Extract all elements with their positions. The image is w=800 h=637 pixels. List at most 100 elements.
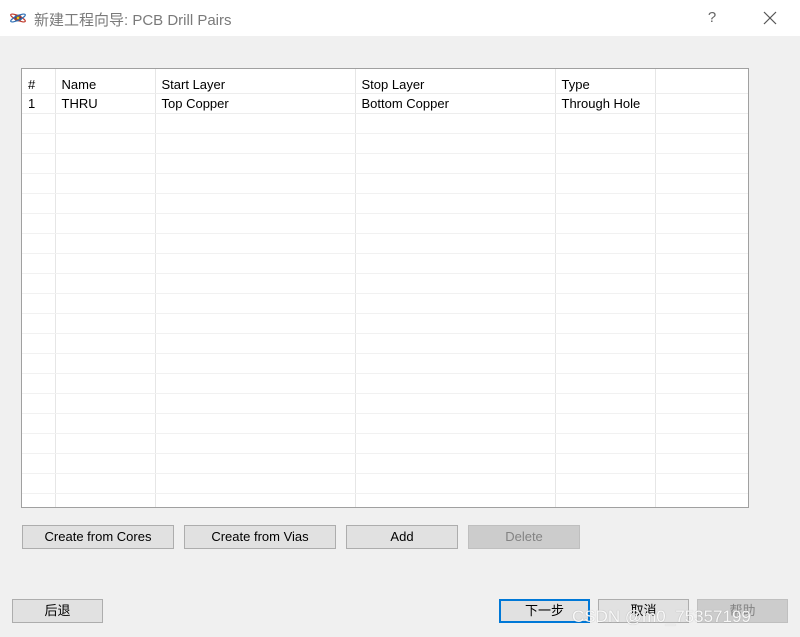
empty-cell xyxy=(155,433,356,454)
empty-table-row xyxy=(22,193,748,214)
empty-cell xyxy=(22,373,56,394)
empty-cell xyxy=(655,213,748,234)
create-from-vias-button[interactable]: Create from Vias xyxy=(184,525,336,549)
empty-cell xyxy=(155,493,356,507)
empty-cell xyxy=(55,293,156,314)
empty-cell xyxy=(655,353,748,374)
help-button[interactable]: ? xyxy=(700,6,724,30)
empty-table-row xyxy=(22,173,748,194)
empty-cell xyxy=(655,493,748,507)
empty-cell xyxy=(155,353,356,374)
empty-cell xyxy=(22,393,56,414)
create-from-cores-button[interactable]: Create from Cores xyxy=(22,525,174,549)
empty-cell xyxy=(55,473,156,494)
empty-cell xyxy=(155,233,356,254)
empty-cell xyxy=(55,493,156,507)
empty-cell xyxy=(22,193,56,214)
empty-cell xyxy=(555,473,656,494)
empty-cell xyxy=(155,213,356,234)
empty-cell xyxy=(555,273,656,294)
empty-table-row xyxy=(22,493,748,507)
cell-start-layer[interactable]: Top Copper xyxy=(155,93,356,114)
cell-type[interactable]: Through Hole xyxy=(555,93,656,114)
empty-cell xyxy=(555,353,656,374)
empty-cell xyxy=(22,333,56,354)
cell-index: 1 xyxy=(22,93,56,114)
column-header-start-layer[interactable]: Start Layer xyxy=(155,69,356,94)
empty-cell xyxy=(55,253,156,274)
empty-cell xyxy=(555,253,656,274)
empty-cell xyxy=(22,253,56,274)
cell-stop-layer[interactable]: Bottom Copper xyxy=(355,93,556,114)
empty-cell xyxy=(155,173,356,194)
column-header-name[interactable]: Name xyxy=(55,69,156,94)
cancel-button[interactable]: 取消 xyxy=(598,599,689,623)
empty-cell xyxy=(22,133,56,154)
add-button[interactable]: Add xyxy=(346,525,458,549)
empty-cell xyxy=(22,213,56,234)
empty-cell xyxy=(655,373,748,394)
table-row[interactable]: 1 THRU Top Copper Bottom Copper Through … xyxy=(22,93,748,114)
cell-name[interactable]: THRU xyxy=(55,93,156,114)
empty-table-row xyxy=(22,253,748,274)
empty-cell xyxy=(155,153,356,174)
empty-table-row xyxy=(22,433,748,454)
empty-cell xyxy=(155,273,356,294)
empty-cell xyxy=(355,493,556,507)
empty-cell xyxy=(655,413,748,434)
empty-table-row xyxy=(22,313,748,334)
empty-cell xyxy=(22,493,56,507)
back-button[interactable]: 后退 xyxy=(12,599,103,623)
empty-cell xyxy=(655,133,748,154)
empty-cell xyxy=(22,473,56,494)
empty-cell xyxy=(55,193,156,214)
column-header-index[interactable]: # xyxy=(22,69,56,94)
empty-cell xyxy=(555,313,656,334)
empty-cell xyxy=(155,333,356,354)
empty-cell xyxy=(355,273,556,294)
help-footer-button[interactable]: 帮助 xyxy=(697,599,788,623)
empty-cell xyxy=(555,413,656,434)
empty-cell xyxy=(655,433,748,454)
title-bar: 新建工程向导: PCB Drill Pairs ? xyxy=(0,0,800,36)
empty-cell xyxy=(55,213,156,234)
empty-table-row xyxy=(22,353,748,374)
empty-cell xyxy=(355,393,556,414)
empty-cell xyxy=(22,113,56,134)
empty-cell xyxy=(155,293,356,314)
empty-cell xyxy=(555,333,656,354)
empty-cell xyxy=(555,453,656,474)
empty-cell xyxy=(555,213,656,234)
empty-cell xyxy=(655,253,748,274)
empty-cell xyxy=(155,253,356,274)
empty-cell xyxy=(655,293,748,314)
empty-cell xyxy=(55,133,156,154)
column-header-type[interactable]: Type xyxy=(555,69,656,94)
empty-cell xyxy=(155,193,356,214)
empty-cell xyxy=(655,233,748,254)
empty-cell xyxy=(555,293,656,314)
empty-cell xyxy=(655,113,748,134)
dialog-window: 新建工程向导: PCB Drill Pairs ? # Name Start L… xyxy=(0,0,800,637)
empty-cell xyxy=(355,333,556,354)
empty-cell xyxy=(555,193,656,214)
empty-table-row xyxy=(22,113,748,134)
delete-button[interactable]: Delete xyxy=(468,525,580,549)
empty-cell xyxy=(555,173,656,194)
empty-cell xyxy=(355,233,556,254)
empty-cell xyxy=(55,413,156,434)
empty-table-row xyxy=(22,273,748,294)
close-icon[interactable] xyxy=(758,6,782,30)
empty-cell xyxy=(155,313,356,334)
empty-cell xyxy=(355,173,556,194)
empty-cell xyxy=(655,273,748,294)
empty-table-row xyxy=(22,213,748,234)
empty-cell xyxy=(655,453,748,474)
window-title: 新建工程向导: PCB Drill Pairs xyxy=(34,12,232,29)
empty-cell xyxy=(655,313,748,334)
drill-pairs-table[interactable]: # Name Start Layer Stop Layer Type 1 THR… xyxy=(21,68,749,508)
empty-cell xyxy=(22,293,56,314)
next-button[interactable]: 下一步 xyxy=(499,599,590,623)
empty-cell xyxy=(155,373,356,394)
column-header-stop-layer[interactable]: Stop Layer xyxy=(355,69,556,94)
